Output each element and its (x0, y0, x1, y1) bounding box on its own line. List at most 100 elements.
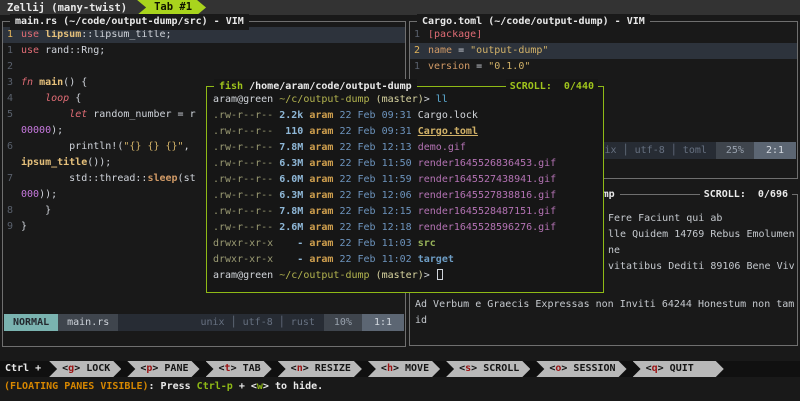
vim-mode-indicator: NORMAL (4, 314, 58, 331)
ls-row: .rw-r--r-- 7.8M aram 22 Feb 12:15 render… (213, 204, 599, 220)
keybind-ribbon-move[interactable]: <h> MOVE (368, 361, 440, 377)
statusline-fill (118, 314, 191, 331)
code-token: name (428, 45, 452, 56)
vim-statusline-main-rs: NORMAL main.rs unix │ utf-8 │ rust 10% 1… (4, 314, 404, 331)
line-number: 2 (410, 43, 428, 59)
statusline-fileinfo: unix │ utf-8 │ rust (191, 314, 323, 331)
code-token: fn (21, 77, 33, 88)
prompt-path: ~/c/output-dump (273, 94, 369, 105)
code-token: { (69, 93, 81, 104)
ls-row: drwxr-xr-x - aram 22 Feb 11:02 target (213, 252, 599, 268)
ls-permissions: .rw-r--r-- (213, 222, 279, 233)
ls-permissions: .rw-r--r-- (213, 206, 279, 217)
code-token: version (428, 61, 470, 72)
key-label: > SESSION (561, 363, 615, 374)
ls-owner: aram (309, 174, 339, 185)
code-token: random_number = r (87, 109, 195, 120)
floating-panes-status: (FLOATING PANES VISIBLE) (4, 381, 149, 392)
ls-size: - (279, 254, 309, 265)
code-token: lipsum (45, 29, 81, 40)
scroll-indicator-bottom: SCROLL: 0/696 (700, 187, 792, 203)
ls-owner: aram (309, 110, 339, 121)
ls-filename: render1645527438941.gif (418, 174, 556, 185)
code-token: ); (51, 125, 63, 136)
ls-filename: Cargo.toml (418, 126, 478, 137)
line-number: 6 (3, 139, 21, 155)
keybind-ribbon-tab[interactable]: <t> TAB (206, 361, 272, 377)
code-token: std::thread:: (21, 173, 147, 184)
hint-press: Press (161, 381, 197, 392)
pane-title-main-rs: main.rs (~/code/output-dump/src) - VIM (10, 14, 249, 30)
code-token: (st (178, 173, 196, 184)
code-token: rand::Rng; (39, 45, 105, 56)
ls-date: 22 Feb 11:50 (339, 158, 417, 169)
code-token: } (21, 205, 51, 216)
code-token: () { (63, 77, 87, 88)
code-token: = (470, 61, 488, 72)
code-token (21, 93, 45, 104)
ls-date: 22 Feb 12:06 (339, 190, 417, 201)
ls-size: - (279, 238, 309, 249)
code-token: loop (45, 93, 69, 104)
ls-permissions: .rw-r--r-- (213, 190, 279, 201)
ctrl-prefix-label: Ctrl + (0, 361, 49, 377)
code-line: 1version = "0.1.0" (410, 59, 797, 75)
ls-owner: aram (309, 206, 339, 217)
code-token: sleep (147, 173, 177, 184)
ls-date: 22 Feb 12:15 (339, 206, 417, 217)
ls-row: .rw-r--r-- 2.2k aram 22 Feb 09:31 Cargo.… (213, 108, 599, 124)
statusline-position: 1:1 (362, 314, 404, 331)
terminal-cursor[interactable] (437, 269, 443, 280)
keybind-ribbon-scroll[interactable]: <s> SCROLL (446, 361, 530, 377)
zellij-top-bar: Zellij (many-twist) Tab #1 (0, 0, 800, 15)
tab-1[interactable]: Tab #1 (137, 0, 206, 15)
keybind-ribbon-lock[interactable]: <g> LOCK (49, 361, 121, 377)
keybind-ribbon-quit[interactable]: <q> QUIT (633, 361, 724, 377)
lorem-text-line: Fere Faciunt qui ab (608, 211, 722, 227)
ls-permissions: .rw-r--r-- (213, 158, 279, 169)
statusline-percent: 25% (716, 142, 754, 159)
ls-date: 22 Feb 12:18 (339, 222, 417, 233)
keybind-ribbon-pane[interactable]: <p> PANE (127, 361, 199, 377)
floating-shell-pane[interactable]: fish /home/aram/code/output-dump SCROLL:… (206, 86, 604, 293)
keybind-ribbon-resize[interactable]: <n> RESIZE (278, 361, 362, 377)
ls-size: 6.3M (279, 190, 309, 201)
ls-row: .rw-r--r-- 2.6M aram 22 Feb 12:18 render… (213, 220, 599, 236)
line-number: 5 (3, 107, 21, 123)
code-line: 2 (3, 59, 405, 75)
code-line-current: 2name = "output-dump" (410, 43, 797, 59)
key-label: > LOCK (74, 363, 110, 374)
ls-owner: aram (309, 142, 339, 153)
ls-filename: target (418, 254, 454, 265)
ls-row: .rw-r--r-- 6.0M aram 22 Feb 11:59 render… (213, 172, 599, 188)
ls-row: .rw-r--r-- 7.8M aram 22 Feb 12:13 demo.g… (213, 140, 599, 156)
line-number: 4 (3, 91, 21, 107)
ls-row: .rw-r--r-- 110 aram 22 Feb 09:31 Cargo.t… (213, 124, 599, 140)
ls-permissions: .rw-r--r-- (213, 110, 279, 121)
scroll-indicator-floating: SCROLL: 0/440 (506, 79, 598, 95)
prompt-git-branch: (master) (370, 94, 424, 105)
pane-title-cargo-toml: Cargo.toml (~/code/output-dump) - VIM (417, 14, 650, 30)
hint-key-ctrl-p: Ctrl-p (197, 381, 233, 392)
hint-colon: : (149, 381, 161, 392)
code-token: println!( (21, 141, 123, 152)
ls-row: .rw-r--r-- 6.3M aram 22 Feb 11:50 render… (213, 156, 599, 172)
terminal-output[interactable]: aram@green ~/c/output-dump (master)> ll.… (213, 92, 599, 284)
prompt-user-host: aram@green (213, 270, 273, 281)
line-number: 2 (3, 59, 21, 75)
code-token: "output-dump" (470, 45, 548, 56)
prompt-symbol: > (424, 94, 436, 105)
statusline-percent: 10% (324, 314, 362, 331)
code-token: "0.1.0" (488, 61, 530, 72)
line-number: 1 (410, 59, 428, 75)
ls-filename: demo.gif (418, 142, 466, 153)
code-token: )); (39, 189, 57, 200)
ls-size: 110 (279, 126, 309, 137)
floating-panes-hint-bar: (FLOATING PANES VISIBLE): Press Ctrl-p +… (0, 379, 800, 395)
zellij-keybind-bar: Ctrl + <g> LOCK <p> PANE <t> TAB <n> RESIZE… (0, 361, 800, 377)
code-area-cargo-toml[interactable]: 1[package]2name = "output-dump"1version … (410, 27, 797, 75)
ls-size: 7.8M (279, 206, 309, 217)
keybind-ribbon-session[interactable]: <o> SESSION (536, 361, 626, 377)
code-token (21, 109, 69, 120)
code-token: 00000 (21, 125, 51, 136)
